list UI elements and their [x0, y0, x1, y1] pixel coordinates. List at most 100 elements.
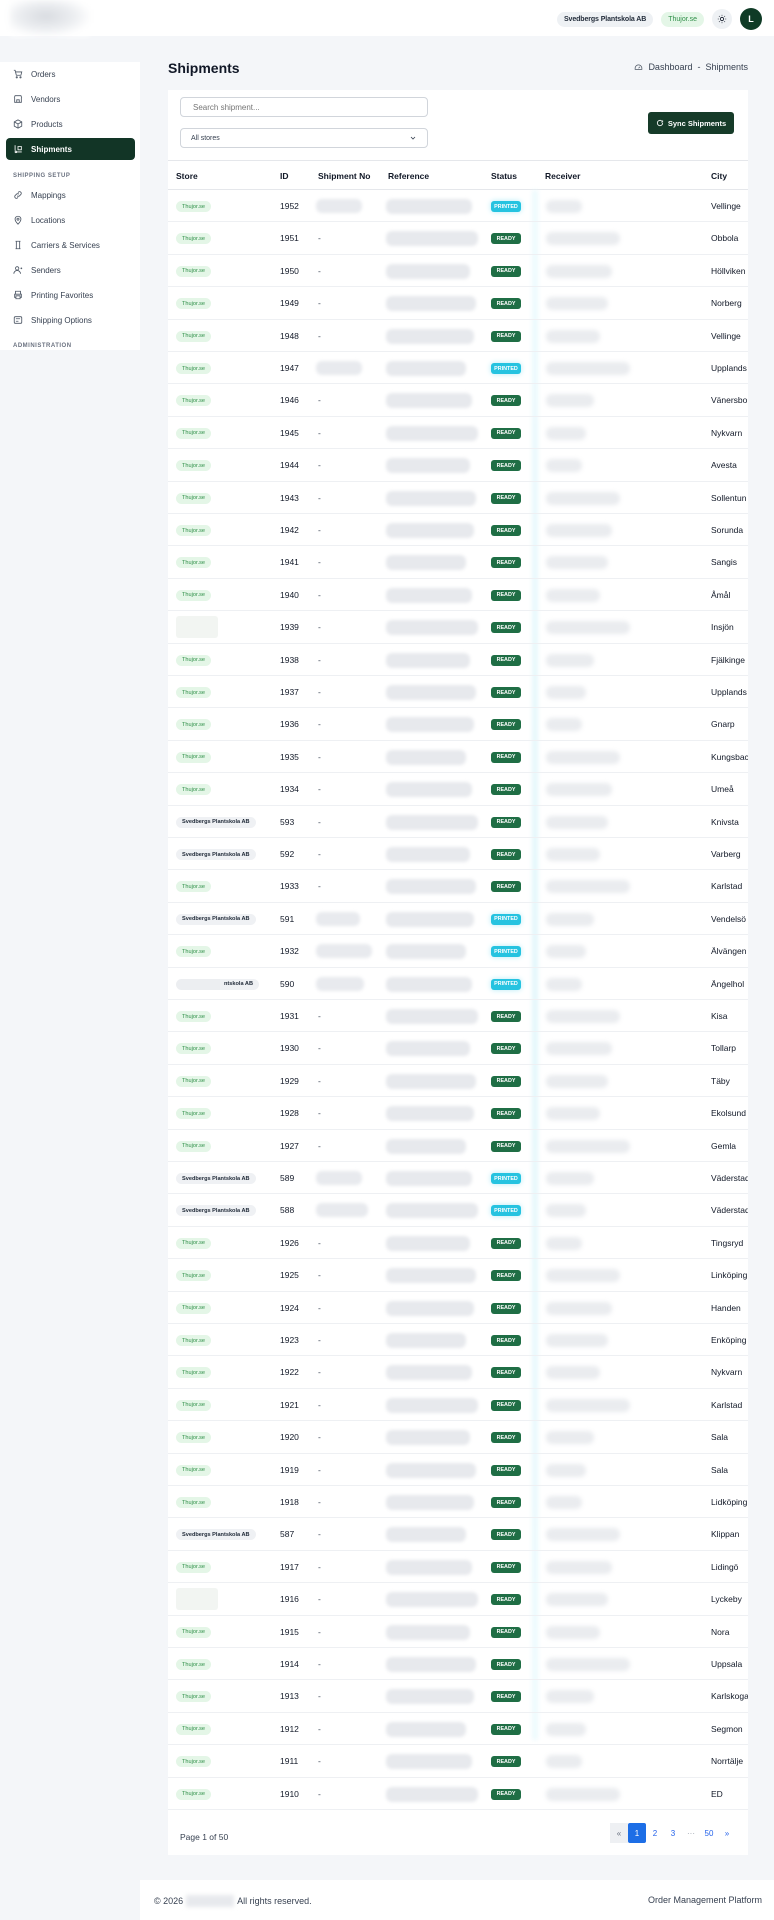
cell-id[interactable]: 1912 — [280, 1724, 299, 1734]
table-row[interactable]: Thujor.se 1941 - READY Sangis — [168, 546, 748, 579]
table-row[interactable]: Thujor.se 1910 - READY ED — [168, 1778, 748, 1810]
cell-id[interactable]: 587 — [280, 1529, 294, 1539]
cell-id[interactable]: 1935 — [280, 752, 299, 762]
table-row[interactable]: Thujor.se 1919 - READY Sala — [168, 1454, 748, 1486]
table-row[interactable]: Thujor.se 1937 - READY Upplands — [168, 676, 748, 709]
table-row[interactable]: Thujor.se 1924 - READY Handen — [168, 1292, 748, 1324]
table-row[interactable]: Thujor.se 1945 - READY Nykvarn — [168, 417, 748, 450]
cell-id[interactable]: 591 — [280, 914, 294, 924]
cell-id[interactable]: 1936 — [280, 719, 299, 729]
table-row[interactable]: Svedbergs Plantskola AB 587 - READY Klippan — [168, 1518, 748, 1551]
cell-id[interactable]: 1931 — [280, 1011, 299, 1021]
cell-id[interactable]: 1941 — [280, 557, 299, 567]
cell-id[interactable]: 1919 — [280, 1465, 299, 1475]
cell-id[interactable]: 1920 — [280, 1432, 299, 1442]
cell-id[interactable]: 1951 — [280, 233, 299, 243]
pagination-page-last[interactable]: 50 — [700, 1823, 718, 1843]
table-row[interactable]: Thujor.se 1934 - READY Umeå — [168, 773, 748, 806]
table-row[interactable]: Thujor.se 1948 - READY Vellinge — [168, 320, 748, 352]
pagination-page-1[interactable]: 1 — [628, 1823, 646, 1843]
table-row[interactable]: Thujor.se 1931 - READY Kisa — [168, 1000, 748, 1033]
cell-id[interactable]: 1929 — [280, 1076, 299, 1086]
sidebar-item-shipments[interactable]: Shipments — [6, 138, 135, 160]
col-id[interactable]: ID — [280, 171, 289, 181]
cell-id[interactable]: 1934 — [280, 784, 299, 794]
sidebar-item-shipping-options[interactable]: Shipping Options — [6, 309, 135, 331]
table-row[interactable]: Thujor.se 1912 - READY Segmon — [168, 1713, 748, 1746]
company-badge[interactable]: Svedbergs Plantskola AB — [556, 11, 654, 27]
table-row[interactable]: Thujor.se 1915 - READY Nora — [168, 1616, 748, 1648]
table-row[interactable]: Thujor.se 1914 - READY Uppsala — [168, 1648, 748, 1681]
table-row[interactable]: Thujor.se 1928 - READY Ekolsund — [168, 1097, 748, 1130]
table-row[interactable]: Thujor.se 1932 PRINTED Älvängen — [168, 935, 748, 968]
table-row[interactable]: Thujor.se 1950 - READY Höllviken — [168, 255, 748, 288]
table-row[interactable]: Svedbergs Plantskola AB 593 - READY Knivsta — [168, 806, 748, 838]
table-row[interactable]: Thujor.se 1952 PRINTED Vellinge — [168, 190, 748, 223]
pagination-next-button[interactable]: » — [718, 1823, 736, 1843]
cell-id[interactable]: 1932 — [280, 946, 299, 956]
table-row[interactable]: Thujor.se 1938 - READY Fjälkinge — [168, 644, 748, 676]
table-row[interactable]: Thujor.se 1943 - READY Sollentun — [168, 482, 748, 514]
cell-id[interactable]: 1916 — [280, 1594, 299, 1604]
sidebar-item-senders[interactable]: Senders — [6, 259, 135, 281]
table-row[interactable]: Thujor.se 1946 - READY Vänersbo — [168, 384, 748, 417]
cell-id[interactable]: 1952 — [280, 201, 299, 211]
col-shipment-no[interactable]: Shipment No — [318, 171, 370, 181]
cell-id[interactable]: 1950 — [280, 266, 299, 276]
cell-id[interactable]: 1930 — [280, 1043, 299, 1053]
sidebar-item-locations[interactable]: Locations — [6, 209, 135, 231]
sidebar-item-vendors[interactable]: Vendors — [6, 88, 135, 110]
table-row[interactable]: Thujor.se 1918 - READY Lidköping — [168, 1486, 748, 1519]
cell-id[interactable]: 1943 — [280, 493, 299, 503]
cell-id[interactable]: 1948 — [280, 331, 299, 341]
cell-id[interactable]: 590 — [280, 979, 294, 989]
table-row[interactable]: Svedbergs Plantskola AB 588 PRINTED Väderst… — [168, 1194, 748, 1227]
cell-id[interactable]: 588 — [280, 1205, 294, 1215]
table-row[interactable]: Thujor.se 1923 - READY Enköping — [168, 1324, 748, 1357]
theme-toggle-button[interactable] — [712, 9, 732, 29]
cell-id[interactable]: 1926 — [280, 1238, 299, 1248]
table-row[interactable]: Thujor.se 1935 - READY Kungsbac — [168, 741, 748, 774]
cell-id[interactable]: 1944 — [280, 460, 299, 470]
store-badge[interactable]: Thujor.se — [661, 11, 704, 27]
cell-id[interactable]: 1915 — [280, 1627, 299, 1637]
table-row[interactable]: Thujor.se 1942 - READY Sorunda — [168, 514, 748, 547]
col-receiver[interactable]: Receiver — [545, 171, 580, 181]
cell-id[interactable]: 1947 — [280, 363, 299, 373]
col-status[interactable]: Status — [491, 171, 517, 181]
cell-id[interactable]: 1925 — [280, 1270, 299, 1280]
table-row[interactable]: Thujor.se 1922 - READY Nykvarn — [168, 1356, 748, 1389]
cell-id[interactable]: 1914 — [280, 1659, 299, 1669]
cell-id[interactable]: 1937 — [280, 687, 299, 697]
sidebar-item-products[interactable]: Products — [6, 113, 135, 135]
col-store[interactable]: Store — [176, 171, 198, 181]
cell-id[interactable]: 1933 — [280, 881, 299, 891]
table-row[interactable]: Thujor.se 1947 PRINTED Upplands — [168, 352, 748, 385]
store-filter-select[interactable]: All stores — [180, 128, 428, 148]
table-row[interactable]: Thujor.se 1926 - READY Tingsryd — [168, 1227, 748, 1260]
table-row[interactable]: Svedbergs Plantskola AB 589 PRINTED Väderst… — [168, 1162, 748, 1195]
cell-id[interactable]: 592 — [280, 849, 294, 859]
table-row[interactable]: Thujor.se 1933 - READY Karlstad — [168, 870, 748, 903]
cell-id[interactable]: 1911 — [280, 1756, 298, 1766]
table-row[interactable]: Thujor.se 1913 - READY Karlskoga — [168, 1680, 748, 1713]
table-row[interactable]: Thujor.se 1929 - READY Täby — [168, 1065, 748, 1098]
table-row[interactable]: Thujor.se 1917 - READY Lidingö — [168, 1551, 748, 1584]
cell-id[interactable]: 1921 — [280, 1400, 299, 1410]
avatar[interactable]: L — [740, 8, 762, 30]
table-row[interactable]: ntskola AB 590 PRINTED Ängelhol — [168, 968, 748, 1000]
cell-id[interactable]: 1927 — [280, 1141, 299, 1151]
cell-id[interactable]: 1910 — [280, 1789, 299, 1799]
table-row[interactable]: Thujor.se 1925 - READY Linköping — [168, 1259, 748, 1292]
table-row[interactable]: Svedbergs Plantskola AB 592 - READY Varberg — [168, 838, 748, 871]
cell-id[interactable]: 1922 — [280, 1367, 299, 1377]
cell-id[interactable]: 1949 — [280, 298, 299, 308]
cell-id[interactable]: 1918 — [280, 1497, 299, 1507]
table-row[interactable]: Thujor.se 1949 - READY Norberg — [168, 287, 748, 320]
search-input[interactable] — [180, 97, 428, 117]
sidebar-item-printing-favorites[interactable]: Printing Favorites — [6, 284, 135, 306]
table-row[interactable]: 1939 - READY Insjön — [168, 611, 748, 644]
pagination-page-2[interactable]: 2 — [646, 1823, 664, 1843]
brand-logo[interactable] — [10, 0, 90, 36]
cell-id[interactable]: 1928 — [280, 1108, 299, 1118]
